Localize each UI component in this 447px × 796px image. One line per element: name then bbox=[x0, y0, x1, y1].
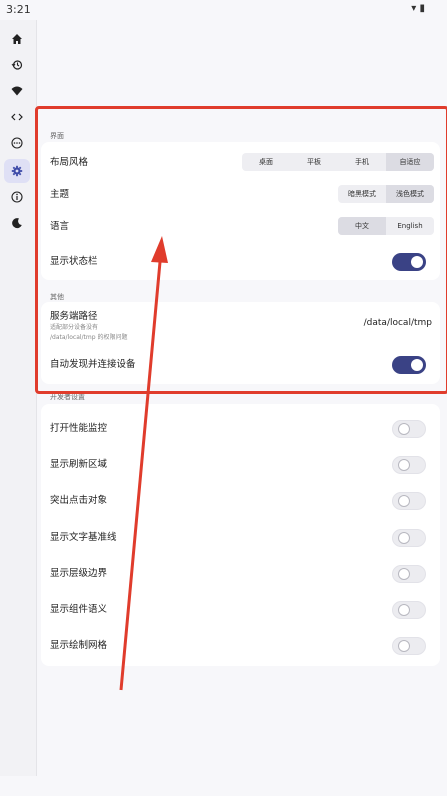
layer-bounds-toggle[interactable] bbox=[392, 565, 426, 583]
dev-row-label: 显示绘制网格 bbox=[50, 640, 108, 651]
section-title-other: 其他 bbox=[50, 293, 64, 301]
nav-wifi-icon[interactable] bbox=[4, 79, 30, 103]
dev-row-label: 显示文字基准线 bbox=[50, 532, 117, 543]
dev-row-label: 显示刷新区域 bbox=[50, 459, 108, 470]
dev-row: 显示组件语义 bbox=[50, 592, 434, 622]
theme-label: 主题 bbox=[50, 189, 70, 200]
semantics-toggle[interactable] bbox=[392, 601, 426, 619]
highlight-click-toggle[interactable] bbox=[392, 492, 426, 510]
language-option-english[interactable]: English bbox=[386, 217, 434, 235]
layout-style-label: 布局风格 bbox=[50, 157, 89, 168]
section-title-developer: 开发者设置 bbox=[50, 393, 85, 401]
layout-option-adaptive[interactable]: 自适应 bbox=[386, 153, 434, 171]
auto-discover-row: 自动发现并连接设备 bbox=[50, 347, 434, 377]
theme-option-dark[interactable]: 暗黑模式 bbox=[338, 185, 386, 203]
server-path-hint-2: /data/local/tmp 的权限问题 bbox=[50, 334, 128, 341]
dev-row: 打开性能监控 bbox=[50, 411, 434, 441]
show-status-bar-label: 显示状态栏 bbox=[50, 256, 98, 267]
language-label: 语言 bbox=[50, 221, 70, 232]
show-status-bar-row: 显示状态栏 bbox=[50, 244, 434, 274]
server-path-hint-1: 适配部分设备没有 bbox=[50, 324, 99, 331]
server-path-row[interactable]: 服务端路径 适配部分设备没有 /data/local/tmp 的权限问题 /da… bbox=[50, 306, 434, 342]
nav-info-icon[interactable] bbox=[4, 185, 30, 209]
status-icons: ▾ ▮ bbox=[411, 3, 425, 14]
status-time: 3:21 bbox=[6, 3, 31, 16]
server-path-value: /data/local/tmp bbox=[363, 318, 432, 328]
dev-row: 突出点击对象 bbox=[50, 483, 434, 513]
navigation-rail bbox=[0, 20, 37, 776]
dev-row-label: 突出点击对象 bbox=[50, 495, 108, 506]
text-baseline-toggle[interactable] bbox=[392, 529, 426, 547]
show-status-bar-toggle[interactable] bbox=[392, 253, 426, 271]
auto-discover-label: 自动发现并连接设备 bbox=[50, 359, 136, 370]
draw-grid-toggle[interactable] bbox=[392, 637, 426, 655]
layout-option-phone[interactable]: 手机 bbox=[338, 153, 386, 171]
nav-settings-icon[interactable] bbox=[4, 159, 30, 183]
language-segmented: 中文 English bbox=[338, 217, 434, 235]
server-path-label: 服务端路径 bbox=[50, 311, 98, 322]
nav-dark-mode-icon[interactable] bbox=[4, 211, 30, 235]
layout-option-desktop[interactable]: 桌面 bbox=[242, 153, 290, 171]
status-bar: 3:21 ▾ ▮ bbox=[0, 0, 447, 20]
language-option-chinese[interactable]: 中文 bbox=[338, 217, 386, 235]
nav-more-icon[interactable] bbox=[4, 131, 30, 155]
performance-monitor-toggle[interactable] bbox=[392, 420, 426, 438]
theme-row: 主题 暗黑模式 浅色模式 bbox=[50, 177, 434, 207]
nav-code-icon[interactable] bbox=[4, 105, 30, 129]
theme-segmented: 暗黑模式 浅色模式 bbox=[338, 185, 434, 203]
nav-home-icon[interactable] bbox=[4, 27, 30, 51]
layout-option-tablet[interactable]: 平板 bbox=[290, 153, 338, 171]
theme-option-light[interactable]: 浅色模式 bbox=[386, 185, 434, 203]
language-row: 语言 中文 English bbox=[50, 209, 434, 239]
dev-row: 显示文字基准线 bbox=[50, 520, 434, 550]
dev-row-label: 打开性能监控 bbox=[50, 423, 108, 434]
dev-row: 显示层级边界 bbox=[50, 556, 434, 586]
dev-row-label: 显示组件语义 bbox=[50, 604, 108, 615]
dev-row: 显示刷新区域 bbox=[50, 447, 434, 477]
section-title-interface: 界面 bbox=[50, 132, 64, 140]
auto-discover-toggle[interactable] bbox=[392, 356, 426, 374]
layout-style-segmented: 桌面 平板 手机 自适应 bbox=[242, 153, 434, 171]
dev-row: 显示绘制网格 bbox=[50, 628, 434, 658]
dev-row-label: 显示层级边界 bbox=[50, 568, 108, 579]
nav-history-icon[interactable] bbox=[4, 53, 30, 77]
refresh-area-toggle[interactable] bbox=[392, 456, 426, 474]
layout-style-row: 布局风格 桌面 平板 手机 自适应 bbox=[50, 145, 434, 175]
